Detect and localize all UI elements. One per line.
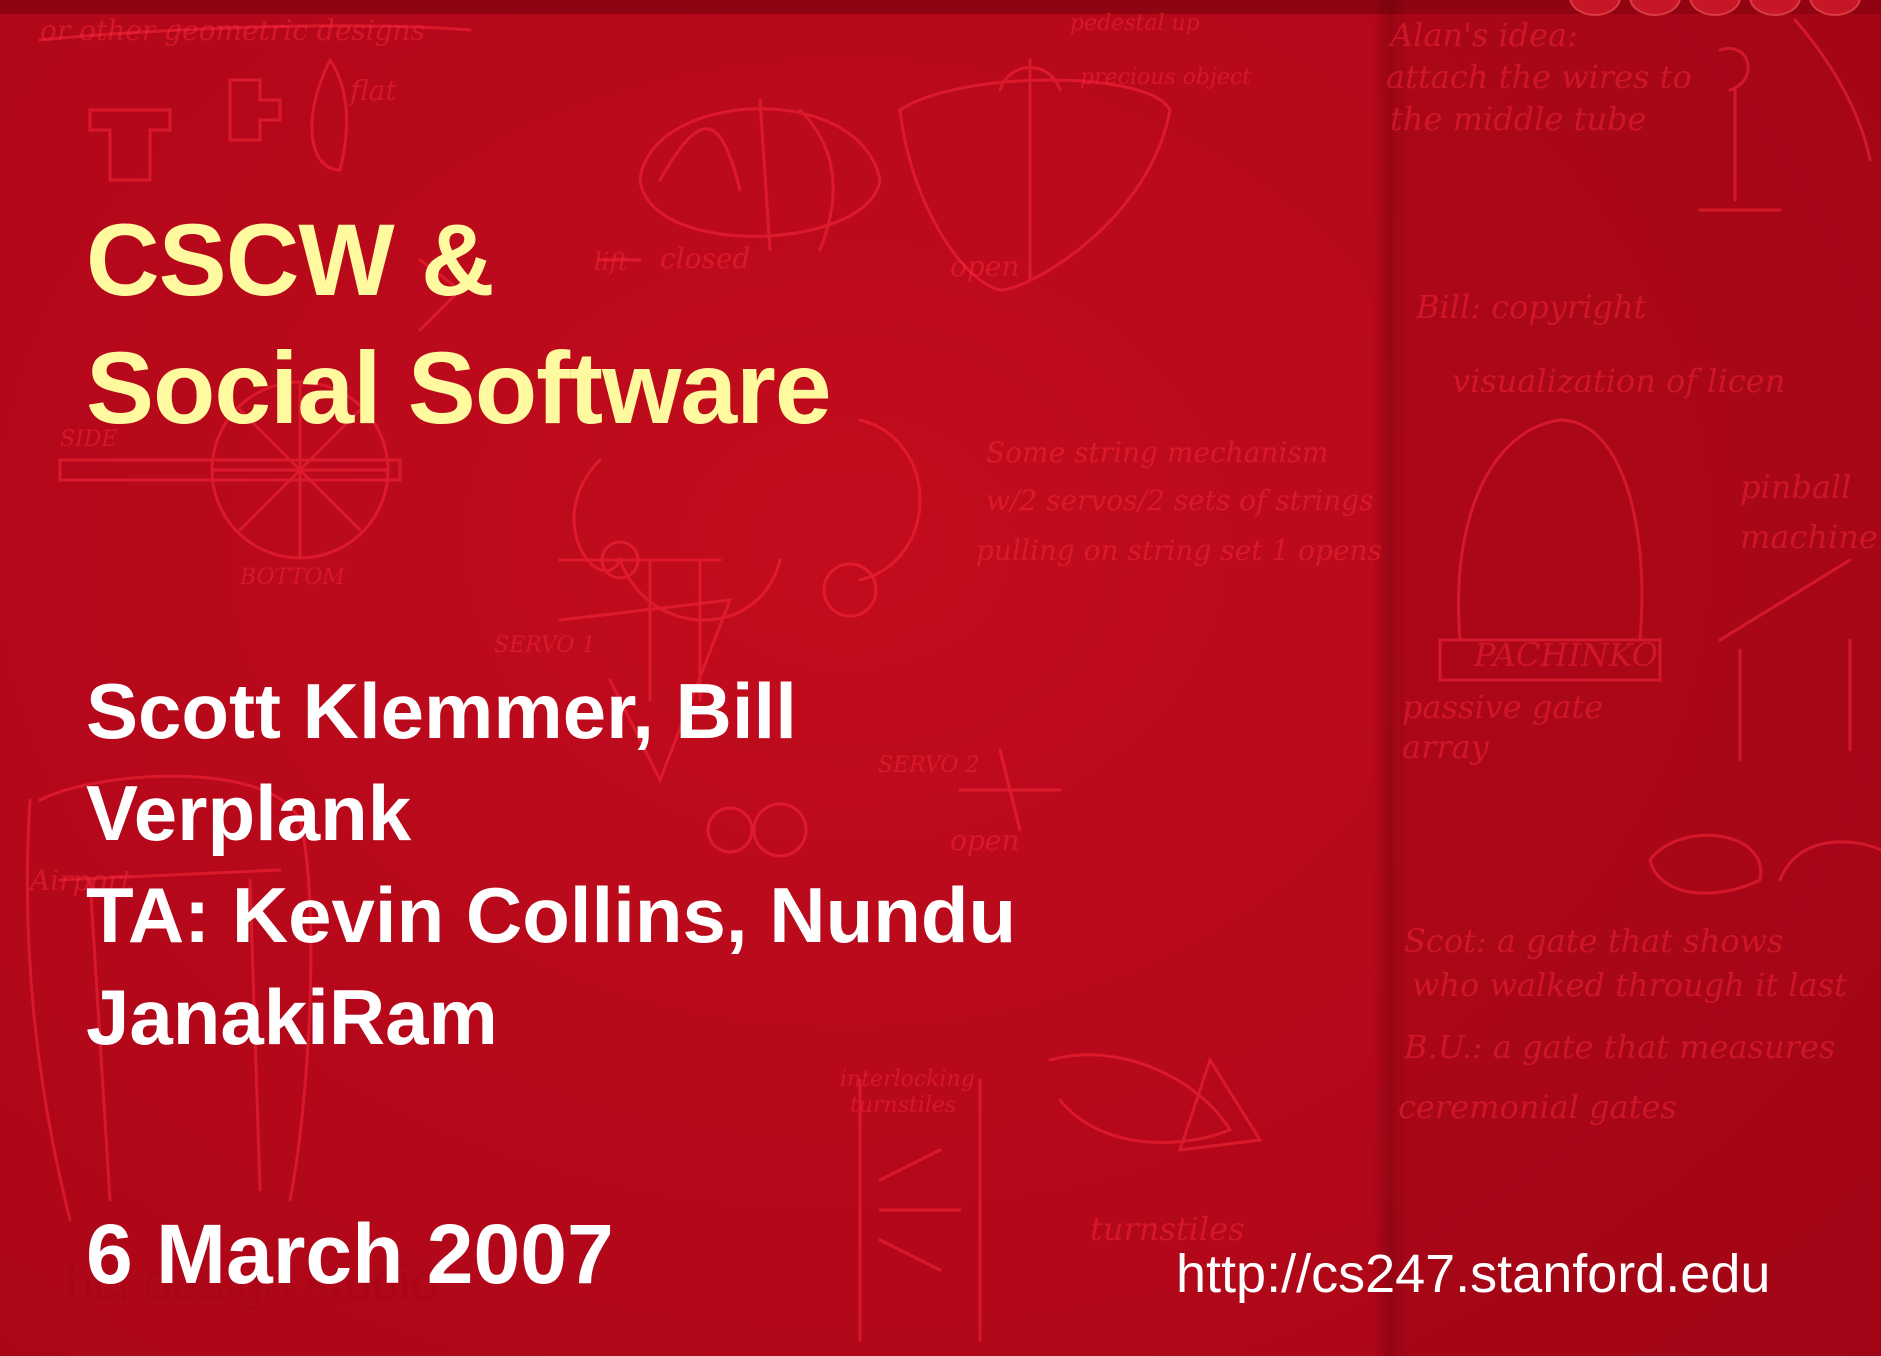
author-line: TA: Kevin Collins, Nundu — [86, 871, 1017, 959]
svg-text:BOTTOM: BOTTOM — [239, 565, 345, 590]
svg-text:Bill: copyright: Bill: copyright — [1415, 288, 1647, 326]
svg-text:turnstiles: turnstiles — [850, 1093, 956, 1118]
svg-text:SERVO 1: SERVO 1 — [494, 633, 595, 658]
title-line: CSCW & — [86, 203, 495, 317]
svg-text:interlocking: interlocking — [840, 1067, 975, 1092]
svg-text:B.U.: a gate that measures: B.U.: a gate that measures — [1403, 1028, 1835, 1066]
svg-text:w/2 servos/2 sets of strings: w/2 servos/2 sets of strings — [986, 484, 1374, 517]
svg-text:open: open — [950, 250, 1019, 283]
svg-text:passive gate: passive gate — [1402, 688, 1603, 726]
svg-text:PACHINKO: PACHINKO — [1473, 636, 1658, 674]
svg-text:pinball: pinball — [1740, 468, 1851, 506]
svg-text:flat: flat — [348, 74, 397, 107]
slide-date: 6 March 2007 — [86, 1207, 614, 1301]
svg-text:the middle tube: the middle tube — [1390, 100, 1646, 138]
title-line: Social Software — [86, 331, 832, 445]
svg-text:or other geometric designs: or other geometric designs — [40, 14, 425, 47]
svg-text:machine: machine — [1740, 518, 1878, 556]
svg-text:pulling on string set 1 opens: pulling on string set 1 opens — [976, 534, 1382, 567]
slide-title: CSCW & Social Software — [86, 196, 832, 452]
svg-text:attach the wires to: attach the wires to — [1386, 58, 1692, 96]
svg-text:pedestal up: pedestal up — [1070, 11, 1200, 36]
author-line: Scott Klemmer, Bill — [86, 667, 797, 755]
svg-text:precious object: precious object — [1080, 65, 1251, 90]
author-line: JanakiRam — [86, 973, 498, 1061]
slide: Alan's idea: attach the wires to the mid… — [0, 0, 1881, 1356]
author-line: Verplank — [86, 769, 412, 857]
svg-text:ceremonial gates: ceremonial gates — [1398, 1088, 1677, 1126]
svg-text:array: array — [1402, 728, 1490, 766]
course-url: http://cs247.stanford.edu — [1176, 1244, 1771, 1304]
svg-text:Alan's idea:: Alan's idea: — [1387, 16, 1578, 54]
author-block: Scott Klemmer, Bill Verplank TA: Kevin C… — [86, 660, 1016, 1068]
svg-text:visualization of licen: visualization of licen — [1452, 362, 1785, 400]
svg-text:who walked through it last: who walked through it last — [1412, 966, 1847, 1004]
svg-text:Some string mechanism: Some string mechanism — [986, 436, 1328, 469]
svg-text:Scot: a gate that shows: Scot: a gate that shows — [1404, 922, 1783, 960]
